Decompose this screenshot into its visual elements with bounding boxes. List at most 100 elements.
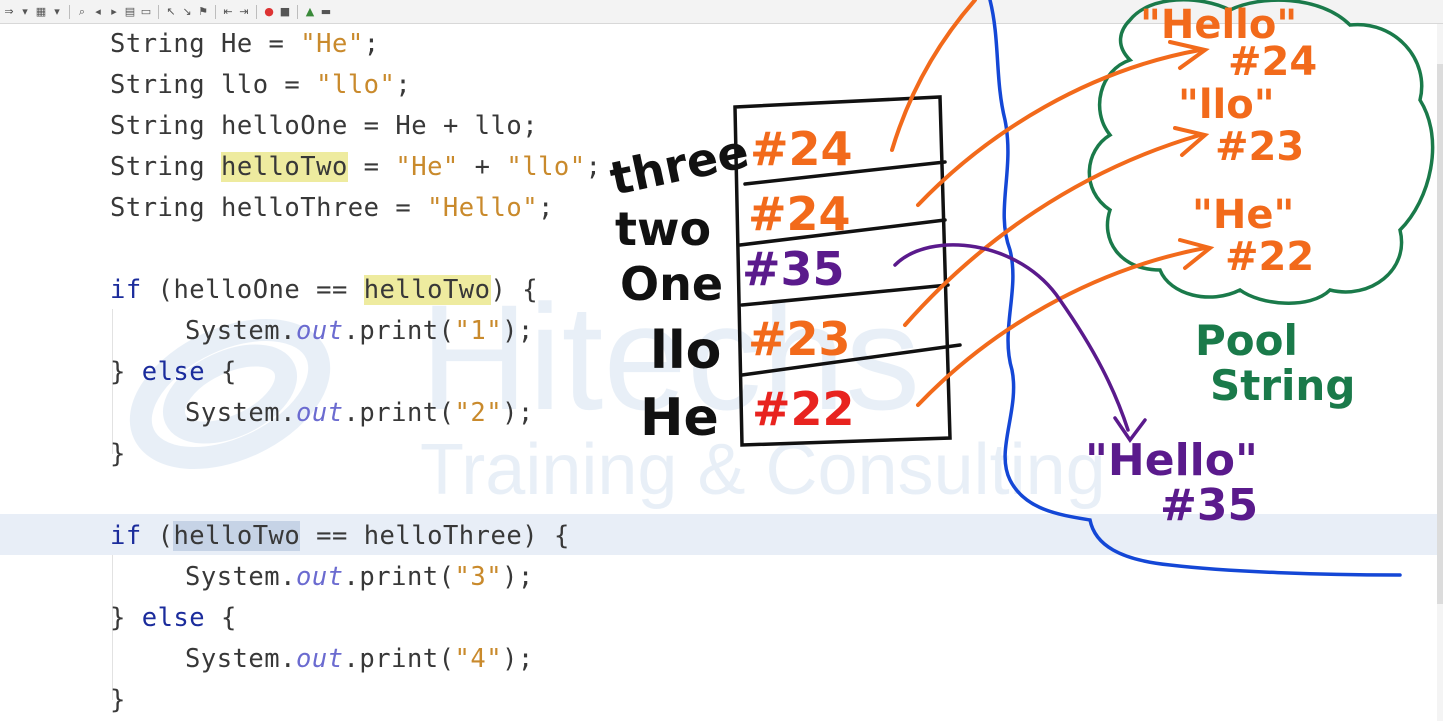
keyword-type: String [110, 111, 206, 141]
static-field: out [295, 644, 344, 674]
paren: ) [522, 521, 539, 551]
paren: ); [502, 316, 534, 346]
keyword-else: else [141, 603, 206, 633]
code-line-9: } else { [110, 352, 237, 393]
stop-macro-icon[interactable]: ■ [278, 5, 292, 19]
brace: { [221, 357, 237, 387]
keyword-if: if [110, 521, 142, 551]
code-line-3: String helloOne = He + llo; [110, 106, 538, 147]
toggle-bookmark-icon[interactable]: ⚑ [196, 5, 210, 19]
brace: } [110, 439, 126, 469]
semicolon: ; [363, 29, 380, 59]
string-literal: "2" [454, 398, 503, 428]
code-line-1: String He = "He"; [110, 24, 380, 65]
code-line-16: System.out.print("4"); [185, 639, 534, 680]
string-literal: "1" [454, 316, 503, 346]
debug-icon[interactable]: ▦ [34, 5, 48, 19]
find-prev-icon[interactable]: ◂ [91, 5, 105, 19]
paren: ( [157, 275, 174, 305]
brace: { [522, 275, 539, 305]
semicolon: ; [538, 193, 554, 223]
operator: + [427, 111, 475, 141]
variable: helloThree [220, 193, 380, 223]
variable: He [220, 29, 253, 59]
next-bookmark-icon[interactable]: ↘ [180, 5, 194, 19]
operator: = [347, 152, 396, 182]
brace: } [110, 357, 126, 387]
toolbar-divider [158, 4, 159, 19]
variable-occurrence-highlight: helloTwo [363, 275, 491, 305]
operator: = [379, 193, 428, 223]
shift-right-icon[interactable]: ⇥ [237, 5, 251, 19]
variable: helloOne [173, 275, 301, 305]
code-line-2: String llo = "llo"; [110, 65, 411, 106]
find-next-icon[interactable]: ▸ [107, 5, 121, 19]
code-line-14: System.out.print("3"); [185, 557, 534, 598]
keyword-else: else [141, 357, 206, 387]
method-call: .print( [343, 316, 455, 346]
code-line-4: String helloTwo = "He" + "llo"; [110, 147, 601, 188]
prev-bookmark-icon[interactable]: ↖ [164, 5, 178, 19]
semicolon: ; [522, 111, 539, 141]
code-editor[interactable]: Hitechs Training & Consulting String He … [0, 24, 1443, 721]
operator: == [300, 275, 364, 305]
variable: He [395, 111, 428, 141]
string-literal: "4" [454, 644, 503, 674]
variable: helloOne [220, 111, 348, 141]
code-line-15: } else { [110, 598, 237, 639]
paren: ( [157, 521, 174, 551]
keyword-type: String [110, 29, 206, 59]
editor-toolbar: ⇒ ▾ ▦ ▾ ⌕ ◂ ▸ ▤ ▭ ↖ ↘ ⚑ ⇤ ⇥ ● ■ ▲ ▬ [0, 0, 1443, 24]
semicolon: ; [395, 70, 412, 100]
variable: llo [220, 70, 269, 100]
class-ref: System. [185, 644, 296, 674]
method-call: .print( [343, 562, 455, 592]
run-macro-icon[interactable]: ▲ [303, 5, 317, 19]
skip-icon[interactable]: ⇒ [2, 5, 16, 19]
string-literal: "He" [300, 29, 364, 59]
code-line-10: System.out.print("2"); [185, 393, 534, 434]
keyword-type: String [110, 193, 206, 223]
operator: = [268, 70, 317, 100]
keyword-if: if [110, 275, 142, 305]
paren: ) [490, 275, 507, 305]
vertical-scrollbar[interactable] [1437, 24, 1443, 721]
toolbar-divider [69, 4, 70, 19]
method-call: .print( [343, 644, 455, 674]
static-field: out [295, 398, 344, 428]
code-line-7: if (helloOne == helloTwo) { [110, 270, 538, 311]
string-literal: "llo" [316, 70, 396, 100]
find-icon[interactable]: ⌕ [75, 5, 89, 19]
class-ref: System. [185, 316, 296, 346]
operator: = [347, 111, 396, 141]
operator: == [300, 521, 364, 551]
string-literal: "llo" [506, 152, 586, 182]
dropdown-icon[interactable]: ▾ [18, 5, 32, 19]
toolbar-divider [297, 4, 298, 19]
toggle-rect-icon[interactable]: ▭ [139, 5, 153, 19]
comment-icon[interactable]: ▬ [319, 5, 333, 19]
semicolon: ; [585, 152, 602, 182]
brace: { [553, 521, 570, 551]
watermark-tagline: Training & Consulting [420, 430, 1106, 510]
toolbar-divider [215, 4, 216, 19]
selected-variable: helloTwo [173, 521, 301, 551]
string-literal: "3" [454, 562, 503, 592]
shift-left-icon[interactable]: ⇤ [221, 5, 235, 19]
class-ref: System. [185, 398, 296, 428]
keyword-type: String [110, 152, 206, 182]
scrollbar-thumb[interactable] [1437, 64, 1443, 604]
record-macro-icon[interactable]: ● [262, 5, 276, 19]
string-literal: "He" [395, 152, 459, 182]
toggle-highlight-icon[interactable]: ▤ [123, 5, 137, 19]
static-field: out [295, 316, 344, 346]
paren: ); [502, 562, 534, 592]
code-line-5: String helloThree = "Hello"; [110, 188, 554, 229]
dropdown-icon[interactable]: ▾ [50, 5, 64, 19]
brace: } [110, 603, 126, 633]
variable: llo [474, 111, 523, 141]
keyword-type: String [110, 70, 206, 100]
operator: = [252, 29, 301, 59]
class-ref: System. [185, 562, 296, 592]
toolbar-divider [256, 4, 257, 19]
